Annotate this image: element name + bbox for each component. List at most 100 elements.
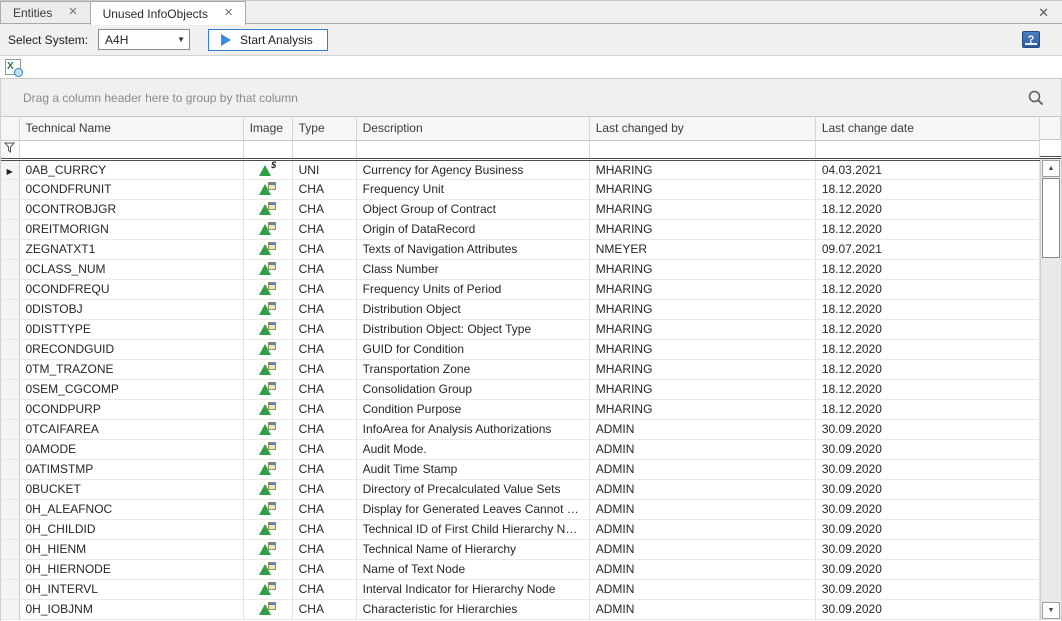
scroll-down-icon[interactable]: ▼ — [1042, 602, 1060, 619]
characteristic-icon — [259, 222, 276, 236]
cell-technical-name: 0REITMORIGN — [19, 219, 243, 239]
filter-cell-technical-name[interactable] — [19, 140, 243, 159]
scrollbar-track[interactable] — [1041, 258, 1061, 601]
cell-last-change-date: 30.09.2020 — [815, 459, 1039, 479]
cell-last-change-date: 18.12.2020 — [815, 339, 1039, 359]
cell-image — [243, 239, 292, 259]
cell-description: Frequency Unit — [356, 179, 589, 199]
help-icon[interactable]: ? — [1022, 31, 1040, 48]
cell-description: Object Group of Contract — [356, 199, 589, 219]
tab-unused-infoobjects[interactable]: Unused InfoObjects ✕ — [90, 1, 247, 25]
search-icon[interactable] — [1027, 89, 1045, 107]
cell-technical-name: 0H_HIENM — [19, 539, 243, 559]
table-row[interactable]: 0TCAIFAREA CHA InfoArea for Analysis Aut… — [1, 419, 1040, 439]
cell-technical-name: 0AB_CURRCY — [19, 159, 243, 179]
table-row[interactable]: 0DISTOBJ CHA Distribution Object MHARING… — [1, 299, 1040, 319]
table-row[interactable]: 0ATIMSTMP CHA Audit Time Stamp ADMIN 30.… — [1, 459, 1040, 479]
filter-cell-description[interactable] — [356, 140, 589, 159]
cell-image — [243, 399, 292, 419]
table-row[interactable]: 0DISTTYPE CHA Distribution Object: Objec… — [1, 319, 1040, 339]
cell-technical-name: 0H_ALEAFNOC — [19, 499, 243, 519]
characteristic-icon — [259, 402, 276, 416]
cell-last-changed-by: MHARING — [589, 399, 815, 419]
table-row[interactable]: 0CONDPURP CHA Condition Purpose MHARING … — [1, 399, 1040, 419]
table-row[interactable]: 0RECONDGUID CHA GUID for Condition MHARI… — [1, 339, 1040, 359]
column-header-last-change-date[interactable]: Last change date — [815, 117, 1039, 140]
cell-type: CHA — [292, 439, 356, 459]
table-row[interactable]: 0CLASS_NUM CHA Class Number MHARING 18.1… — [1, 259, 1040, 279]
cell-type: CHA — [292, 599, 356, 619]
table-row[interactable]: ZEGNATXT1 CHA Texts of Navigation Attrib… — [1, 239, 1040, 259]
cell-last-changed-by: ADMIN — [589, 479, 815, 499]
characteristic-icon — [259, 522, 276, 536]
cell-type: CHA — [292, 299, 356, 319]
group-by-panel[interactable]: Drag a column header here to group by th… — [1, 79, 1061, 117]
table-row[interactable]: 0BUCKET CHA Directory of Precalculated V… — [1, 479, 1040, 499]
filter-cell-last-change-date[interactable] — [815, 140, 1039, 159]
export-strip: X — [0, 56, 1062, 78]
column-header-last-changed-by[interactable]: Last changed by — [589, 117, 815, 140]
cell-type: CHA — [292, 279, 356, 299]
characteristic-icon — [259, 322, 276, 336]
column-header-image[interactable]: Image — [243, 117, 292, 140]
scrollbar-column: ▲ ▼ — [1040, 117, 1061, 620]
table-row[interactable]: 0H_HIENM CHA Technical Name of Hierarchy… — [1, 539, 1040, 559]
table-row[interactable]: 0CONDFREQU CHA Frequency Units of Period… — [1, 279, 1040, 299]
system-select[interactable]: A4H ▼ — [98, 29, 190, 50]
table-row[interactable]: 0REITMORIGN CHA Origin of DataRecord MHA… — [1, 219, 1040, 239]
table-row[interactable]: 0SEM_CGCOMP CHA Consolidation Group MHAR… — [1, 379, 1040, 399]
cell-image — [243, 339, 292, 359]
tab-close-icon[interactable]: ✕ — [66, 6, 79, 19]
excel-x-glyph: X — [7, 60, 14, 74]
close-icon[interactable]: ✕ — [1035, 5, 1052, 20]
table-row[interactable]: 0AMODE CHA Audit Mode. ADMIN 30.09.2020 — [1, 439, 1040, 459]
cell-technical-name: ZEGNATXT1 — [19, 239, 243, 259]
cell-last-change-date: 30.09.2020 — [815, 539, 1039, 559]
filter-cell-last-changed-by[interactable] — [589, 140, 815, 159]
cell-last-change-date: 30.09.2020 — [815, 579, 1039, 599]
characteristic-icon — [259, 442, 276, 456]
cell-image — [243, 599, 292, 619]
table-row[interactable]: 0H_ALEAFNOC CHA Display for Generated Le… — [1, 499, 1040, 519]
cell-last-change-date: 04.03.2021 — [815, 159, 1039, 179]
cell-last-changed-by: ADMIN — [589, 539, 815, 559]
cell-image — [243, 439, 292, 459]
cell-type: CHA — [292, 479, 356, 499]
chevron-down-icon: ▼ — [177, 35, 185, 44]
cell-image — [243, 359, 292, 379]
vertical-scrollbar[interactable]: ▲ ▼ — [1040, 159, 1061, 620]
row-indicator-cell — [1, 599, 19, 619]
cell-type: CHA — [292, 199, 356, 219]
export-to-excel-icon[interactable]: X — [5, 59, 21, 75]
table-row[interactable]: 0TM_TRAZONE CHA Transportation Zone MHAR… — [1, 359, 1040, 379]
cell-last-change-date: 30.09.2020 — [815, 439, 1039, 459]
cell-description: Technical Name of Hierarchy — [356, 539, 589, 559]
table-row[interactable]: 0H_INTERVL CHA Interval Indicator for Hi… — [1, 579, 1040, 599]
column-header-description[interactable]: Description — [356, 117, 589, 140]
cell-technical-name: 0H_INTERVL — [19, 579, 243, 599]
row-indicator-cell — [1, 559, 19, 579]
tab-entities[interactable]: Entities ✕ — [0, 1, 91, 23]
row-indicator-cell — [1, 359, 19, 379]
table-row[interactable]: ▶ 0AB_CURRCY UNI Currency for Agency Bus… — [1, 159, 1040, 179]
row-indicator-cell — [1, 179, 19, 199]
start-analysis-button[interactable]: Start Analysis — [208, 29, 328, 51]
row-indicator-cell — [1, 399, 19, 419]
filter-cell-type[interactable] — [292, 140, 356, 159]
cell-type: UNI — [292, 159, 356, 179]
cell-last-change-date: 09.07.2021 — [815, 239, 1039, 259]
scroll-up-icon[interactable]: ▲ — [1042, 160, 1060, 177]
tab-close-icon[interactable]: ✕ — [222, 7, 235, 20]
cell-description: Audit Mode. — [356, 439, 589, 459]
table-row[interactable]: 0CONTROBJGR CHA Object Group of Contract… — [1, 199, 1040, 219]
filter-cell-image[interactable] — [243, 140, 292, 159]
table-row[interactable]: 0CONDFRUNIT CHA Frequency Unit MHARING 1… — [1, 179, 1040, 199]
table-row[interactable]: 0H_IOBJNM CHA Characteristic for Hierarc… — [1, 599, 1040, 619]
auto-filter-row — [1, 140, 1040, 159]
scrollbar-thumb[interactable] — [1042, 178, 1060, 258]
column-header-type[interactable]: Type — [292, 117, 356, 140]
column-header-technical-name[interactable]: Technical Name — [19, 117, 243, 140]
table-row[interactable]: 0H_CHILDID CHA Technical ID of First Chi… — [1, 519, 1040, 539]
table-row[interactable]: 0H_HIERNODE CHA Name of Text Node ADMIN … — [1, 559, 1040, 579]
row-indicator-cell — [1, 519, 19, 539]
